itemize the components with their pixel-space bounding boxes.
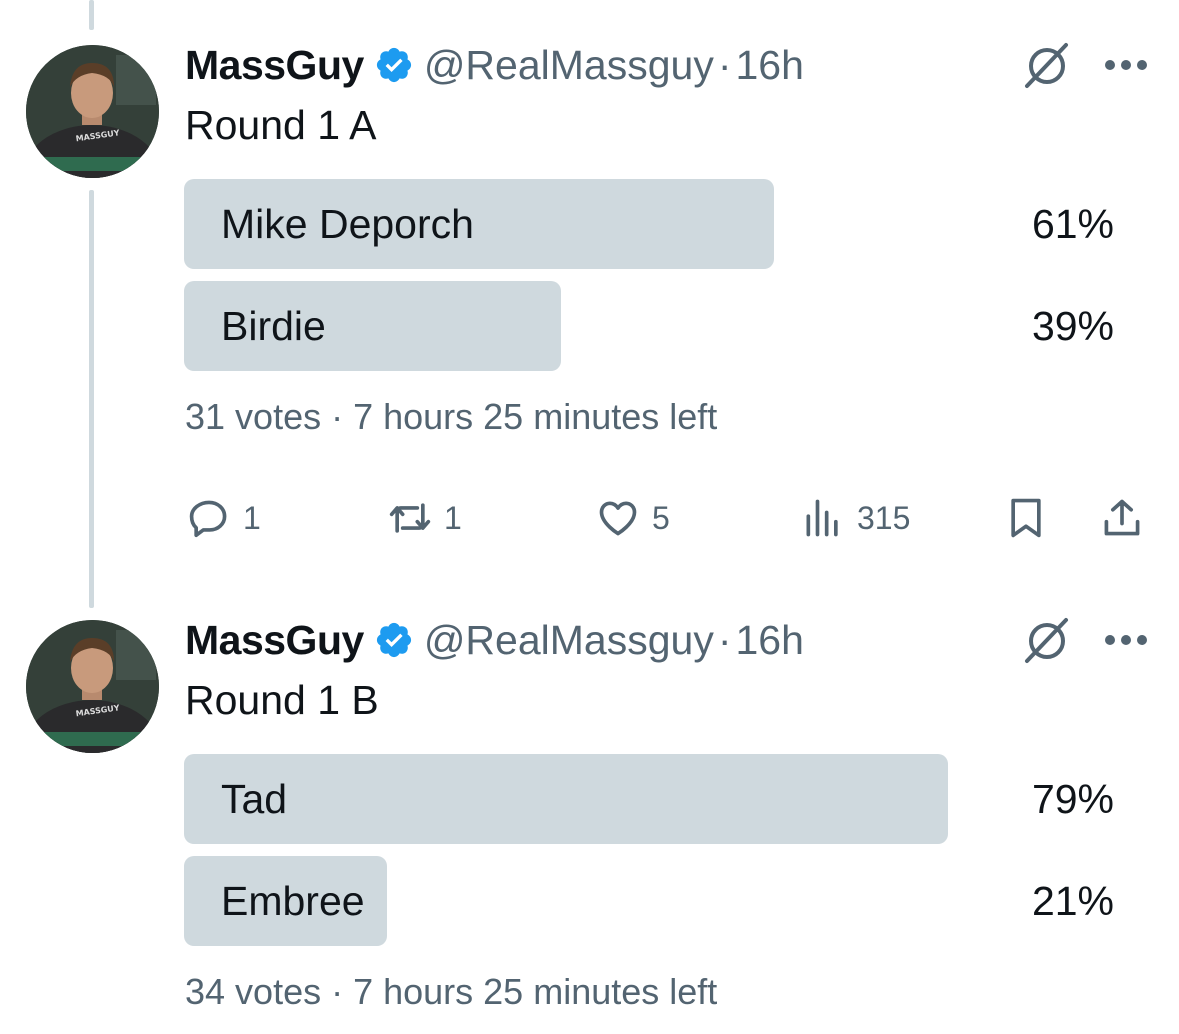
tweet-header: MassGuy @RealMassguy · 16h xyxy=(185,40,804,90)
share-icon xyxy=(1104,499,1140,536)
poll-meta: 31 votes · 7 hours 25 minutes left xyxy=(185,396,718,437)
poll-option-percent: 61% xyxy=(1031,201,1114,247)
tweet-header: MassGuy @RealMassguy · 16h xyxy=(185,615,804,665)
separator-dot: · xyxy=(717,41,732,88)
bookmark-icon xyxy=(1011,498,1041,538)
views-button[interactable]: 315 xyxy=(801,488,910,548)
like-count: 5 xyxy=(652,499,670,536)
poll-option-percent: 39% xyxy=(1031,303,1114,349)
author-name[interactable]: MassGuy xyxy=(185,617,364,664)
poll-option-label: Birdie xyxy=(221,303,326,349)
reply-button[interactable]: 1 xyxy=(187,488,261,548)
tweet-text: Round 1 A xyxy=(185,102,377,148)
reply-icon xyxy=(189,500,227,538)
views-icon xyxy=(806,499,838,537)
poll-option-label: Mike Deporch xyxy=(221,201,474,247)
avatar[interactable]: MASSGUY xyxy=(26,45,159,178)
grok-icon[interactable] xyxy=(1022,40,1072,90)
tweet-1[interactable]: MASSGUY MassGuy @RealMassguy · 16h Round… xyxy=(0,0,1179,600)
tweet-text: Round 1 B xyxy=(185,677,379,723)
tweet-2[interactable]: MASSGUY MassGuy @RealMassguy · 16h Round… xyxy=(0,575,1179,1034)
poll-option: Birdie 39% xyxy=(184,281,1114,371)
poll-option-label: Embree xyxy=(221,878,365,924)
avatar[interactable]: MASSGUY xyxy=(26,620,159,753)
author-handle[interactable]: @RealMassguy xyxy=(424,617,714,664)
bookmark-button[interactable] xyxy=(1004,488,1048,548)
more-icon[interactable] xyxy=(1103,633,1149,647)
action-bar: 1 1 5 315 xyxy=(0,488,1179,548)
share-button[interactable] xyxy=(1100,488,1144,548)
poll-option-label: Tad xyxy=(221,776,288,822)
poll-option-percent: 79% xyxy=(1031,776,1114,822)
poll-option-percent: 21% xyxy=(1031,878,1114,924)
tweet-timestamp[interactable]: 16h xyxy=(735,617,803,664)
repost-icon xyxy=(389,503,431,533)
poll-option: Mike Deporch 61% xyxy=(184,179,1114,269)
separator-dot: · xyxy=(717,616,732,663)
poll-option: Tad 79% xyxy=(184,754,1114,844)
repost-count: 1 xyxy=(444,499,462,536)
more-icon[interactable] xyxy=(1103,58,1149,72)
poll-option: Embree 21% xyxy=(184,856,1114,946)
poll-meta: 34 votes · 7 hours 25 minutes left xyxy=(185,971,718,1012)
repost-button[interactable]: 1 xyxy=(388,488,462,548)
poll-option-bar xyxy=(184,754,948,844)
author-name[interactable]: MassGuy xyxy=(185,42,364,89)
reply-count: 1 xyxy=(243,499,261,536)
author-handle[interactable]: @RealMassguy xyxy=(424,42,714,89)
like-button[interactable]: 5 xyxy=(596,488,670,548)
verified-badge-icon[interactable] xyxy=(374,620,414,660)
tweet-timestamp[interactable]: 16h xyxy=(735,42,803,89)
grok-icon[interactable] xyxy=(1022,615,1072,665)
like-icon xyxy=(599,501,637,536)
verified-badge-icon[interactable] xyxy=(374,45,414,85)
views-count: 315 xyxy=(857,499,911,536)
